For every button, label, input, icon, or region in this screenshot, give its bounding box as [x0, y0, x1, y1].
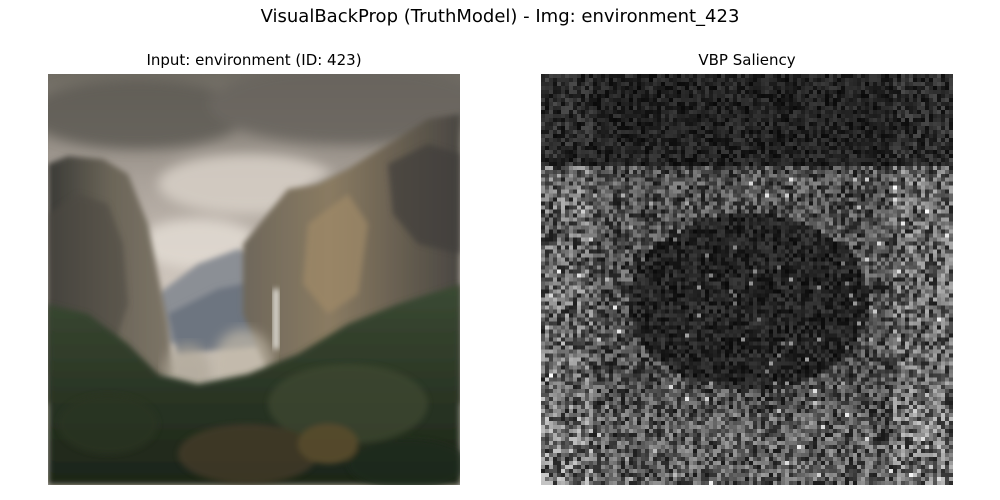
- landscape-image: [48, 74, 460, 485]
- saliency-map: [541, 74, 953, 485]
- input-panel-title: Input: environment (ID: 423): [146, 51, 362, 69]
- figure-title: VisualBackProp (TruthModel) - Img: envir…: [260, 6, 740, 27]
- saliency-heatmap: [541, 74, 953, 485]
- saliency-panel-title: VBP Saliency: [698, 51, 796, 69]
- input-image: [48, 74, 460, 485]
